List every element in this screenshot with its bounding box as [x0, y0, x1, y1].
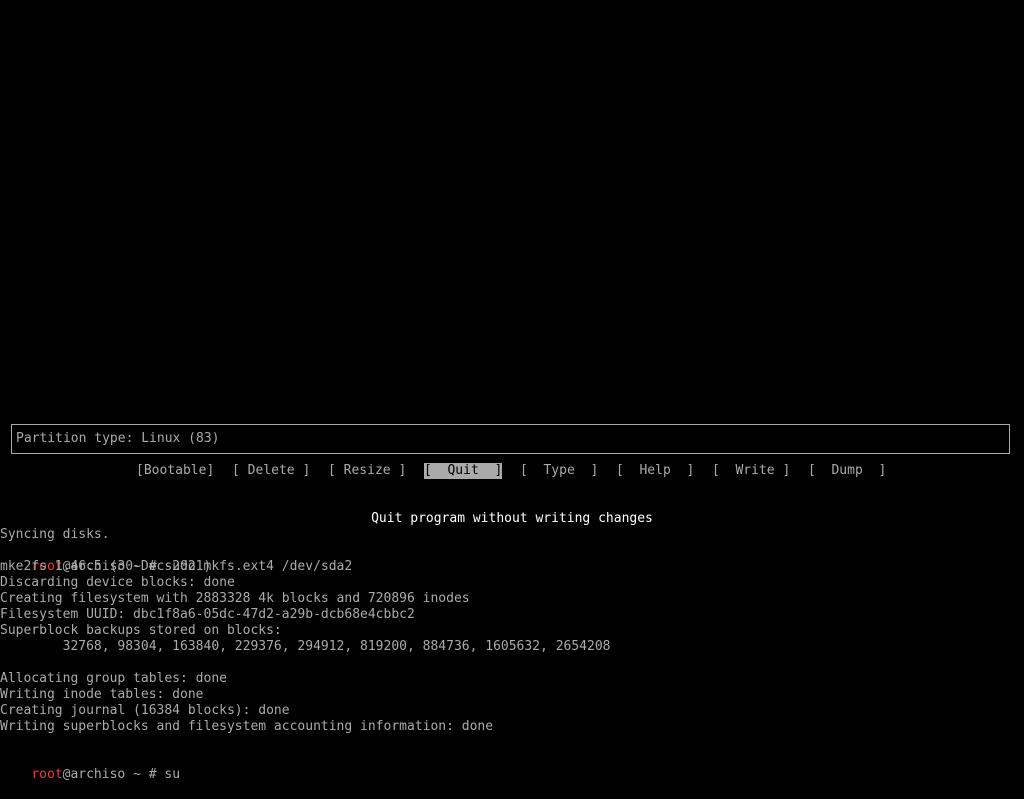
command-input-text[interactable]: su: [164, 767, 180, 782]
menu-write-button[interactable]: [ Write ]: [712, 463, 790, 479]
menu-bootable-button[interactable]: [Bootable]: [136, 463, 214, 479]
terminal-output-line: Superblock backups stored on blocks:: [0, 623, 282, 638]
menu-delete-button[interactable]: [ Delete ]: [232, 463, 310, 479]
terminal-output-line: Syncing disks.: [0, 527, 110, 542]
shell-prompt-line: root@archiso ~ # sudo mkfs.ext4 /dev/sda…: [0, 543, 352, 574]
prompt-host: @archiso ~ #: [62, 767, 165, 782]
prompt-user: root: [31, 767, 63, 782]
terminal-output-line: 32768, 98304, 163840, 229376, 294912, 81…: [0, 639, 611, 654]
menu-help-button[interactable]: [ Help ]: [616, 463, 694, 479]
menu-resize-button[interactable]: [ Resize ]: [328, 463, 406, 479]
terminal-output-line: Writing inode tables: done: [0, 687, 204, 702]
menu-type-button[interactable]: [ Type ]: [520, 463, 598, 479]
terminal-output-line: Filesystem UUID: dbc1f8a6-05dc-47d2-a29b…: [0, 607, 415, 622]
menu-hint-text: Quit program without writing changes: [371, 511, 653, 526]
terminal-output-line: Creating journal (16384 blocks): done: [0, 703, 290, 718]
shell-prompt-line[interactable]: root@archiso ~ # su: [0, 751, 180, 782]
terminal-output-line: Creating filesystem with 2883328 4k bloc…: [0, 591, 470, 606]
terminal-output-line: mke2fs 1.46.5 (30-Dec-2021): [0, 559, 212, 574]
terminal-output-line: Discarding device blocks: done: [0, 575, 235, 590]
menu-dump-button[interactable]: [ Dump ]: [808, 463, 886, 479]
terminal-output-line: Writing superblocks and filesystem accou…: [0, 719, 494, 734]
partition-type-text: Partition type: Linux (83): [16, 431, 220, 446]
menu-quit-button[interactable]: [ Quit ]: [424, 463, 503, 479]
terminal-output-line: Allocating group tables: done: [0, 671, 227, 686]
terminal-screen[interactable]: Partition type: Linux (83) [Bootable] [ …: [0, 0, 1024, 782]
cfdisk-menu-bar: [Bootable] [ Delete ] [ Resize ] [ Quit …: [0, 463, 1024, 479]
partition-info-box: Partition type: Linux (83): [11, 424, 1010, 454]
